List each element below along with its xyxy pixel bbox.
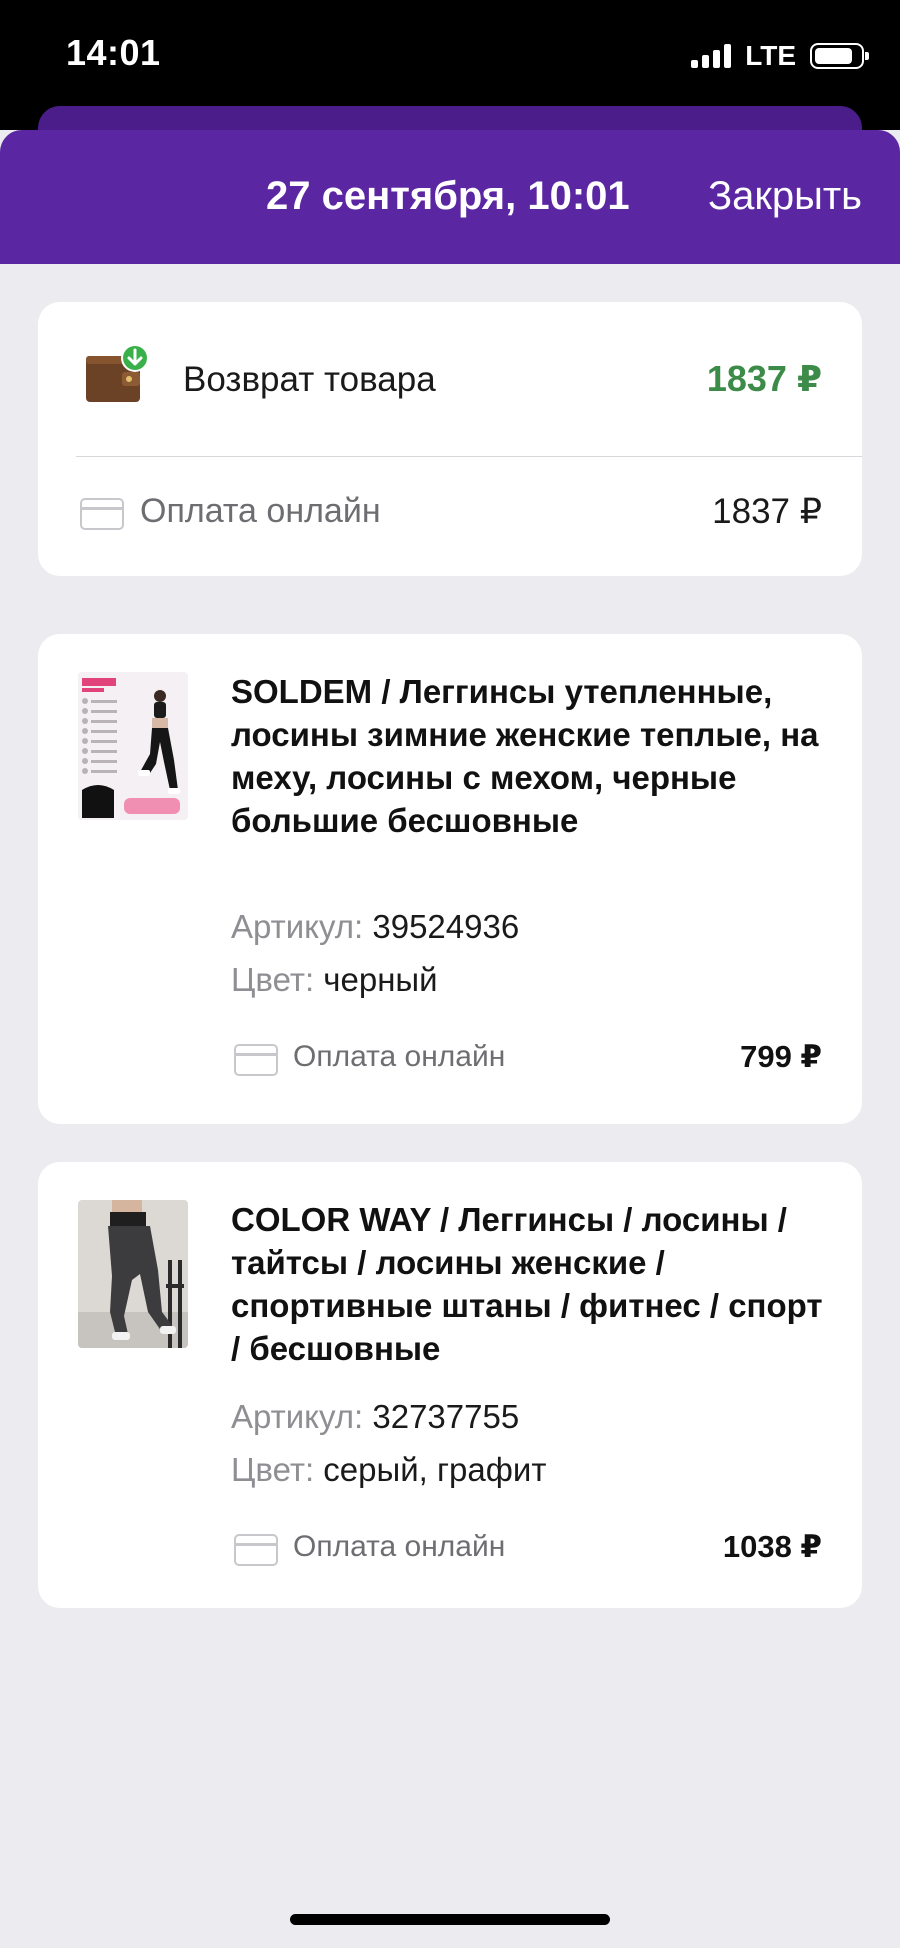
battery-icon [810,43,869,69]
payment-method-label: Оплата онлайн [293,1040,506,1073]
product-title[interactable]: COLOR WAY / Леггинсы / лосины / тайтсы /… [231,1198,831,1370]
signal-icon [691,44,732,68]
credit-card-icon [80,498,124,530]
sku-label: Артикул: [231,908,364,945]
status-time: 14:01 [66,32,161,73]
return-label: Возврат товара [183,360,436,399]
product-image-leggings-black[interactable] [78,672,188,820]
payment-amount: 1837 ₽ [712,492,822,531]
product-color: Цвет: черный [231,961,438,999]
wallet-return-icon [86,344,149,402]
product-price: 799 ₽ [740,1039,822,1074]
product-sku: Артикул: 32737755 [231,1398,519,1436]
close-button[interactable]: Закрыть [708,174,862,219]
status-indicators: LTE [691,40,869,72]
product-sku: Артикул: 39524936 [231,908,519,946]
credit-card-icon [234,1044,278,1076]
battery-cap [865,52,869,60]
color-value: серый, графит [323,1451,547,1488]
credit-card-icon [234,1534,278,1566]
order-item-card[interactable]: COLOR WAY / Леггинсы / лосины / тайтсы /… [38,1162,862,1608]
screen: 14:01 LTE 27 сентября, 10:01 Закрыть Воз… [0,0,900,1948]
return-amount: 1837 ₽ [706,358,822,399]
battery-fill [815,48,853,64]
return-summary-row[interactable]: Возврат товара 1837 ₽ [38,302,862,456]
color-label: Цвет: [231,961,315,998]
product-image-leggings-grey[interactable] [78,1200,188,1348]
sheet-title: 27 сентября, 10:01 [266,174,630,218]
sku-value: 39524936 [372,908,520,945]
home-indicator[interactable] [290,1914,610,1925]
sku-value: 32737755 [372,1398,520,1435]
return-summary-card: Возврат товара 1837 ₽ Оплата онлайн 1837… [38,302,862,576]
product-title[interactable]: SOLDEM / Леггинсы утепленные, лосины зим… [231,670,831,842]
product-color: Цвет: серый, графит [231,1451,546,1489]
order-item-card[interactable]: SOLDEM / Леггинсы утепленные, лосины зим… [38,634,862,1124]
product-price: 1038 ₽ [722,1529,822,1564]
sku-label: Артикул: [231,1398,364,1435]
color-label: Цвет: [231,1451,315,1488]
divider [76,456,862,457]
payment-method-label: Оплата онлайн [140,492,381,530]
sheet-header: 27 сентября, 10:01 Закрыть [0,130,900,264]
color-value: черный [323,961,438,998]
payment-method-label: Оплата онлайн [293,1530,506,1563]
network-label: LTE [745,40,796,71]
